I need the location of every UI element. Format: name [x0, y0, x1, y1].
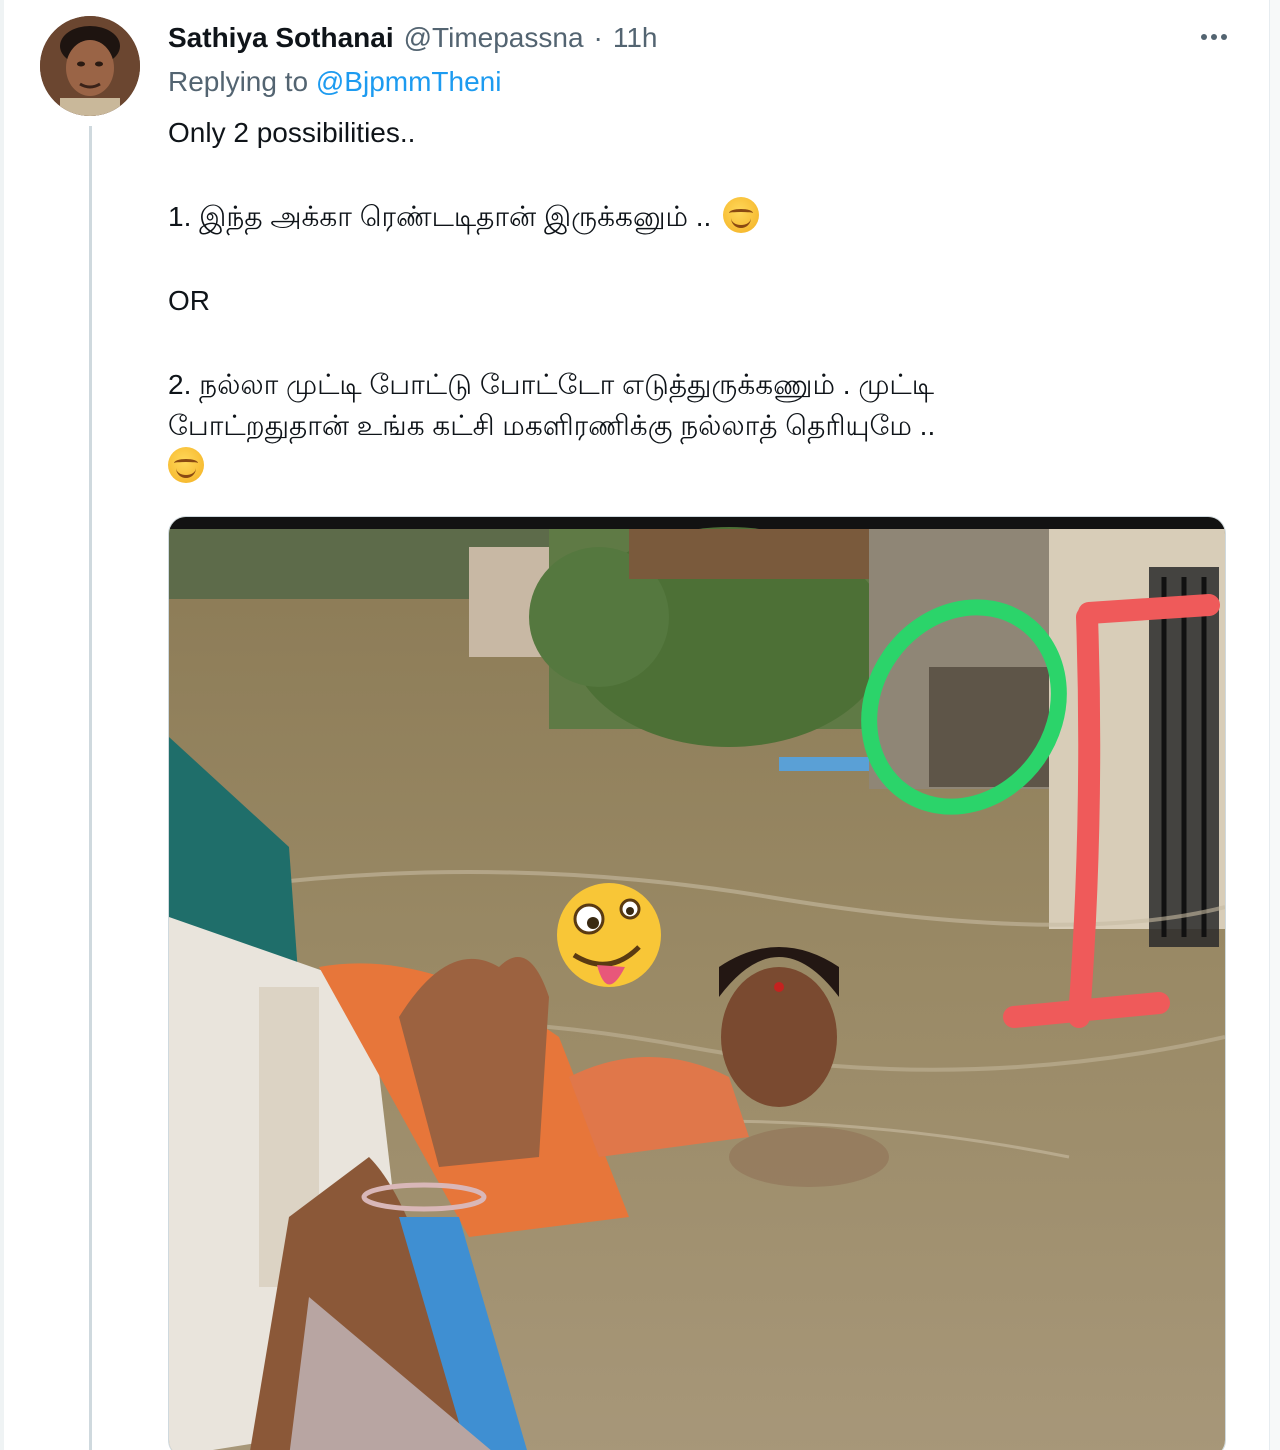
- tweet-text-line: OR: [168, 285, 210, 316]
- author-display-name[interactable]: Sathiya Sothanai: [168, 22, 394, 54]
- tweet-text-line: போட்றதுதான் உங்க கட்சி மகளிரணிக்கு நல்லா…: [168, 410, 936, 441]
- replying-to-line: Replying to @BjpmmTheni: [168, 66, 501, 98]
- timeline-border-left: [0, 0, 4, 1450]
- flood-photo: [169, 517, 1225, 1450]
- tweet-text-line: 2. நல்லா முட்டி போட்டு போட்டோ எடுத்துருக…: [168, 369, 934, 400]
- more-dot-icon: [1221, 34, 1227, 40]
- thread-line: [89, 126, 92, 1450]
- smiling-face-emoji-icon: [723, 197, 760, 233]
- zany-face-emoji-icon: [557, 883, 661, 987]
- tweet-page: Sathiya Sothanai @Timepassna · 11h Reply…: [0, 0, 1280, 1450]
- tweet-timestamp[interactable]: 11h: [613, 22, 658, 54]
- avatar[interactable]: [40, 16, 140, 116]
- tweet-header: Sathiya Sothanai @Timepassna · 11h: [168, 20, 658, 56]
- tweet-text-line: Only 2 possibilities..: [168, 117, 416, 148]
- timeline-border-right: [1269, 0, 1280, 1450]
- more-dot-icon: [1211, 34, 1217, 40]
- separator-dot: ·: [593, 22, 603, 53]
- tweet-text-line: [168, 446, 1228, 487]
- more-dot-icon: [1201, 34, 1207, 40]
- tweet-text: Only 2 possibilities.. 1. இந்த அக்கா ரெண…: [168, 112, 1228, 487]
- replying-to-label: Replying to: [168, 66, 309, 97]
- replying-to-mention-link[interactable]: @BjpmmTheni: [316, 66, 502, 97]
- avatar-portrait: [40, 16, 140, 116]
- tweet-text-line: 1. இந்த அக்கா ரெண்டடிதான் இருக்கனும் ..: [168, 196, 1228, 237]
- tweet-text-line-content: 1. இந்த அக்கா ரெண்டடிதான் இருக்கனும் ..: [168, 201, 712, 232]
- tweet-media-photo[interactable]: [168, 516, 1226, 1450]
- more-options-button[interactable]: [1192, 22, 1236, 52]
- author-handle[interactable]: @Timepassna: [404, 22, 584, 54]
- smirking-face-emoji-icon: [168, 447, 204, 483]
